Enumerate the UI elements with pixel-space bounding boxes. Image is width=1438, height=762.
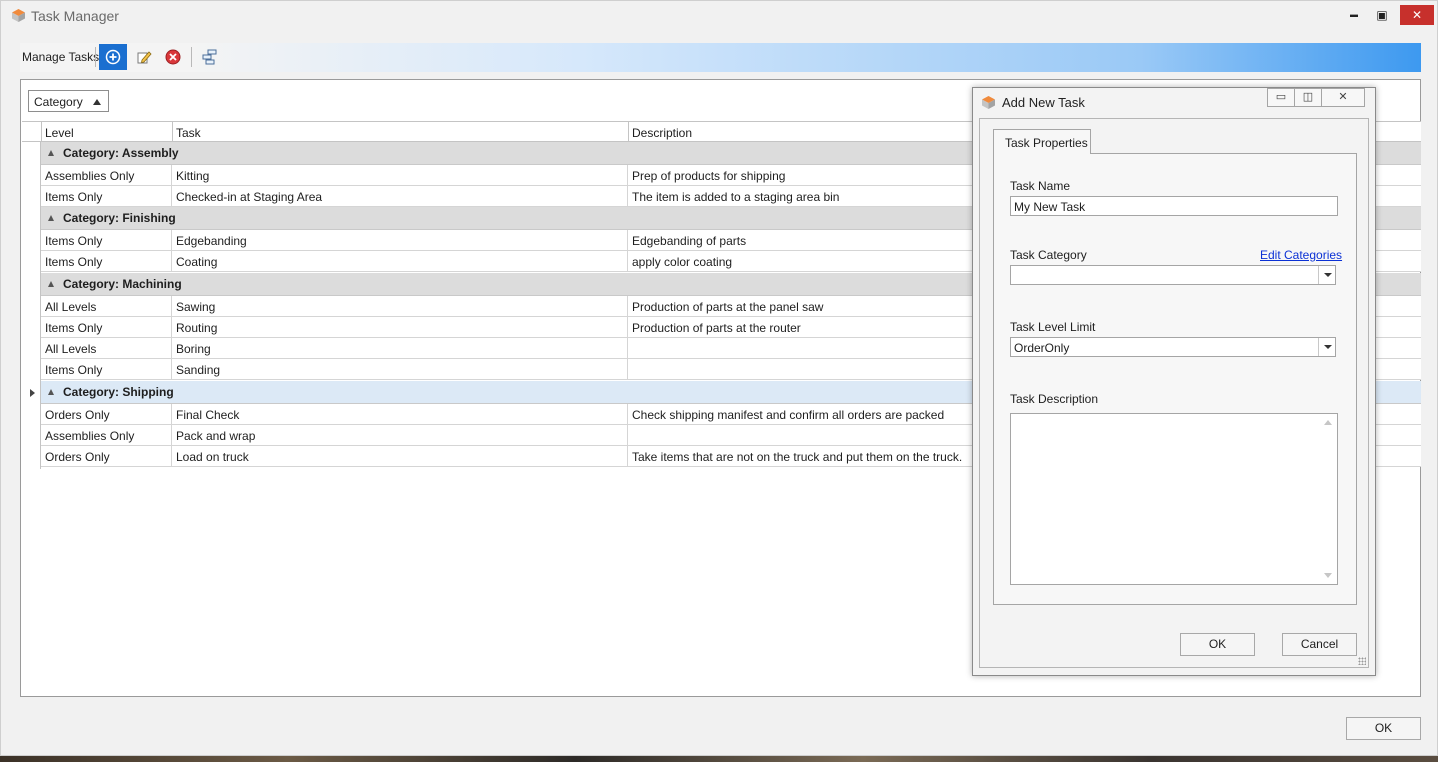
cell-task[interactable]: Final Check <box>172 404 628 424</box>
group-label: Category: Shipping <box>63 385 174 399</box>
hierarchy-button[interactable] <box>196 44 224 70</box>
cell-task[interactable]: Sanding <box>172 359 628 379</box>
dialog-body: Task Properties Task Name My New Task Ta… <box>979 118 1369 668</box>
title-bar: Task Manager ▬ ▣ ✕ <box>1 1 1437 31</box>
toolbar-separator <box>95 47 96 67</box>
edit-categories-link[interactable]: Edit Categories <box>1260 248 1342 262</box>
desktop-background <box>0 756 1438 762</box>
cell-task[interactable]: Boring <box>172 338 628 358</box>
task-name-label: Task Name <box>1010 179 1071 193</box>
add-circle-icon <box>105 49 121 65</box>
task-level-limit-label: Task Level Limit <box>1010 320 1096 334</box>
task-properties-panel: Task Name My New Task Task Category Edit… <box>993 153 1357 605</box>
collapse-triangle-icon[interactable] <box>48 150 54 156</box>
collapse-triangle-icon[interactable] <box>48 215 54 221</box>
add-task-button[interactable] <box>99 44 127 70</box>
chevron-down-icon[interactable] <box>1318 338 1335 356</box>
manage-tasks-toolbar: Manage Tasks <box>20 43 1421 72</box>
dialog-minimize-button[interactable]: ▭ <box>1267 88 1295 107</box>
cell-level[interactable]: Orders Only <box>41 404 172 424</box>
task-category-select[interactable] <box>1010 265 1336 285</box>
dialog-cancel-button[interactable]: Cancel <box>1282 633 1357 656</box>
group-label: Category: Assembly <box>63 146 179 160</box>
task-description-label: Task Description <box>1010 392 1099 406</box>
cell-level[interactable]: All Levels <box>41 338 172 358</box>
toolbar-separator <box>191 47 192 67</box>
group-by-category-chip[interactable]: Category <box>28 90 109 112</box>
task-level-limit-select[interactable]: OrderOnly <box>1010 337 1336 357</box>
task-description-textarea[interactable] <box>1010 413 1338 585</box>
group-by-label: Category <box>34 95 83 109</box>
edit-task-button[interactable] <box>130 44 158 70</box>
cell-level[interactable]: Items Only <box>41 251 172 271</box>
collapse-triangle-icon[interactable] <box>48 281 54 287</box>
cell-task[interactable]: Edgebanding <box>172 230 628 250</box>
cell-level[interactable]: Items Only <box>41 230 172 250</box>
group-label: Category: Machining <box>63 277 182 291</box>
cell-task[interactable]: Checked-in at Staging Area <box>172 186 628 206</box>
dialog-close-button[interactable]: ✕ <box>1321 88 1365 107</box>
cell-level[interactable]: Assemblies Only <box>41 165 172 185</box>
dialog-restore-button[interactable]: ◫ <box>1294 88 1322 107</box>
app-logo-icon <box>12 9 25 22</box>
group-label: Category: Finishing <box>63 211 176 225</box>
cell-level[interactable]: Assemblies Only <box>41 425 172 445</box>
dialog-title: Add New Task <box>1002 95 1085 110</box>
cell-level[interactable]: Items Only <box>41 317 172 337</box>
close-button[interactable]: ✕ <box>1400 5 1434 25</box>
chevron-down-icon[interactable] <box>1318 266 1335 284</box>
resize-grip-icon[interactable] <box>1358 657 1366 665</box>
row-indicator-column <box>22 142 41 469</box>
maximize-button[interactable]: ▣ <box>1369 5 1395 25</box>
app-logo-icon <box>982 96 995 109</box>
toolbar-label: Manage Tasks <box>22 50 100 64</box>
scroll-up-icon[interactable] <box>1324 420 1332 425</box>
cell-task[interactable]: Load on truck <box>172 446 628 466</box>
tab-task-properties[interactable]: Task Properties <box>993 129 1091 154</box>
sort-ascending-icon <box>93 99 101 105</box>
cell-level[interactable]: Items Only <box>41 359 172 379</box>
ok-button[interactable]: OK <box>1346 717 1421 740</box>
task-name-field[interactable]: My New Task <box>1010 196 1338 216</box>
cell-task[interactable]: Pack and wrap <box>172 425 628 445</box>
delete-circle-icon <box>165 49 181 65</box>
cell-task[interactable]: Coating <box>172 251 628 271</box>
collapse-triangle-icon[interactable] <box>48 389 54 395</box>
task-level-limit-value: OrderOnly <box>1014 341 1070 355</box>
cell-task[interactable]: Routing <box>172 317 628 337</box>
column-header-task[interactable]: Task <box>172 122 628 142</box>
edit-pencil-icon <box>137 51 152 64</box>
cell-level[interactable]: Items Only <box>41 186 172 206</box>
window-title: Task Manager <box>31 8 119 24</box>
minimize-button[interactable]: ▬ <box>1341 5 1367 25</box>
cell-level[interactable]: Orders Only <box>41 446 172 466</box>
task-category-label: Task Category <box>1010 248 1087 262</box>
delete-task-button[interactable] <box>159 44 187 70</box>
focused-row-indicator-icon <box>30 389 35 397</box>
hierarchy-icon <box>202 49 217 65</box>
cell-task[interactable]: Sawing <box>172 296 628 316</box>
column-header-level[interactable]: Level <box>41 122 172 142</box>
cell-level[interactable]: All Levels <box>41 296 172 316</box>
dialog-ok-button[interactable]: OK <box>1180 633 1255 656</box>
scroll-down-icon[interactable] <box>1324 573 1332 578</box>
cell-task[interactable]: Kitting <box>172 165 628 185</box>
add-new-task-dialog: Add New Task ▭ ◫ ✕ Task Properties Task … <box>972 87 1376 676</box>
